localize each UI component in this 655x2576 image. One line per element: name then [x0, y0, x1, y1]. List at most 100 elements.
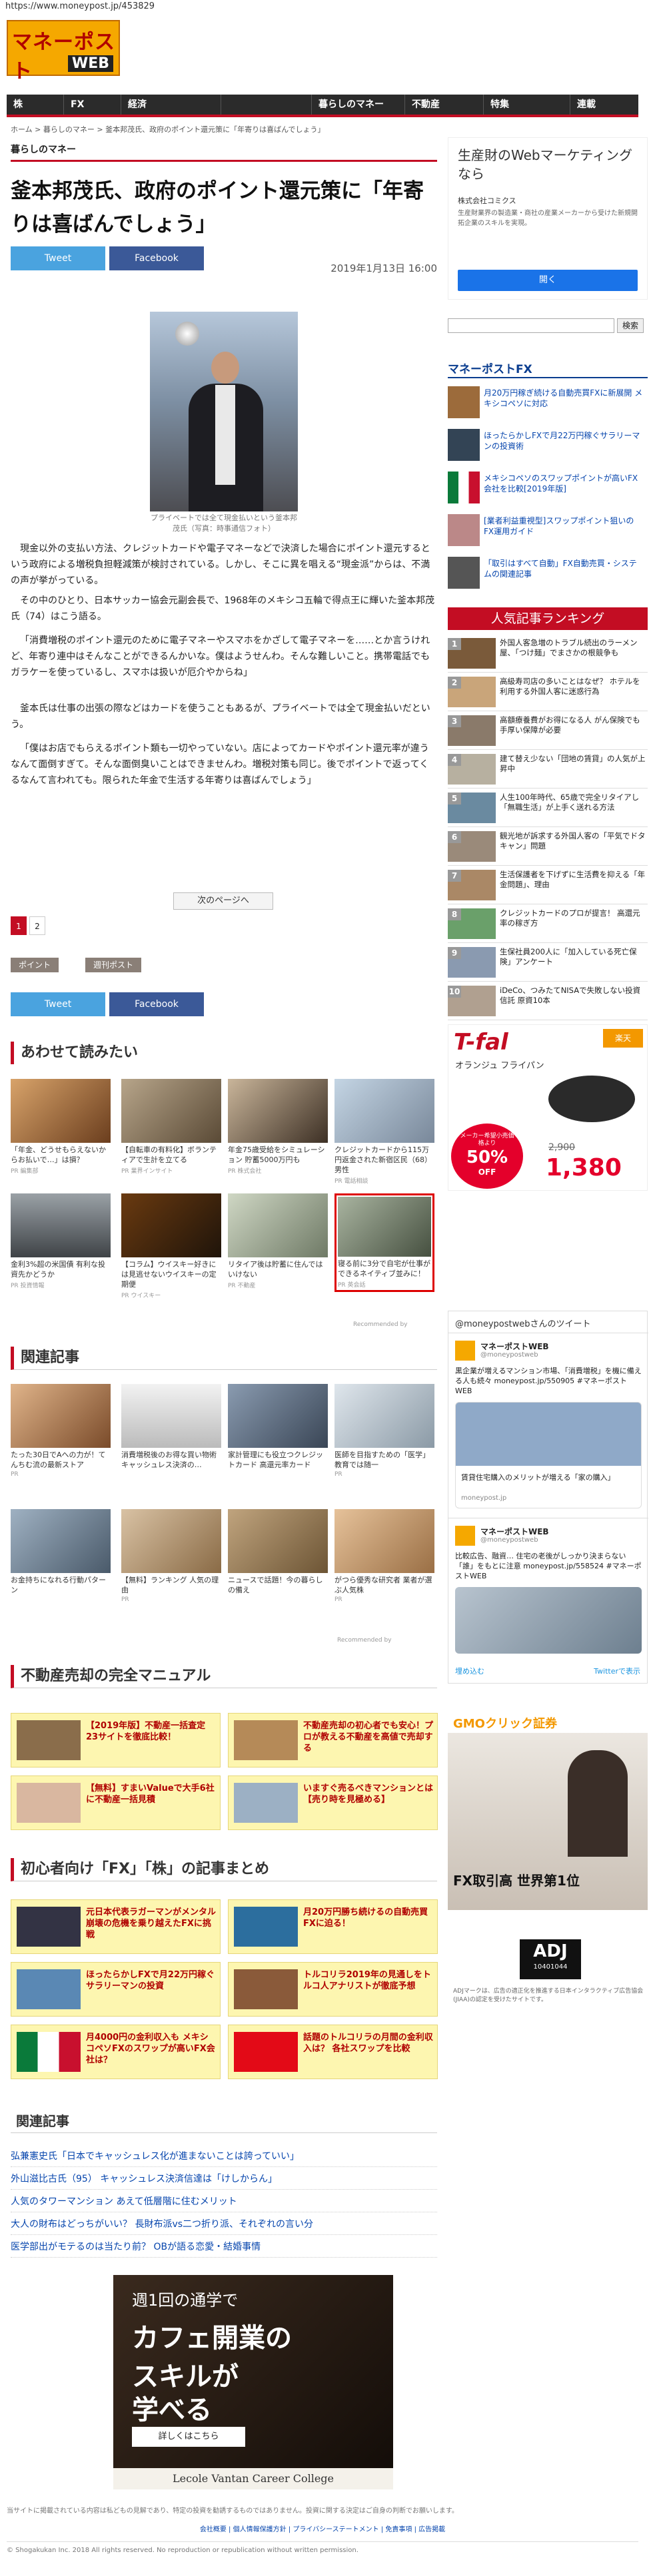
ranking-item[interactable]: 6 観光地が訴求する外国人客の「平気でドタキャン」問題 [448, 828, 648, 866]
original-price: 2,900 [548, 1142, 576, 1153]
beginner-link[interactable]: 話題のトルコリラの月間の金利収入は？ 各社スワップを比較 [228, 2025, 438, 2079]
manual-link[interactable]: 不動産売却の初心者でも安心！プロが教える不動産を高値で売却する [228, 1713, 438, 1768]
fx-item[interactable]: 「取引はすべて自動」FX自動売買・システムの関連記事 [448, 554, 648, 593]
read-card[interactable]: 【コラム】ウイスキー好きには見逃せないウイスキーの定期便 PR ウイスキー [121, 1193, 221, 1299]
breadcrumb[interactable]: ホーム > 暮らしのマネー > 釜本邦茂氏、政府のポイント還元策に「年寄りは喜ば… [11, 124, 325, 135]
fx-item[interactable]: 月20万円稼ぎ続ける自動売買FXに新展開 メキシコペソに対応 [448, 384, 648, 422]
embed-link[interactable]: 埋め込む [455, 1666, 484, 1676]
read-card[interactable]: 寝る前に3分で自宅が仕事ができるネイティブ並みに！ PR 英会話 [334, 1193, 434, 1292]
side-ad-open-button[interactable]: 開く [458, 270, 638, 291]
search-input[interactable] [448, 318, 614, 333]
shop-badge: 楽天 [603, 1029, 643, 1048]
beginner-link[interactable]: トルコリラ2019年の見通しをトルコ人アナリストが徹底予想 [228, 1962, 438, 2017]
fx-item[interactable]: ほったらかしFXで月22万円稼ぐサラリーマンの投資術 [448, 426, 648, 465]
rel-card[interactable]: 家計管理にも役立つクレジットカード 高還元率カード [228, 1384, 328, 1471]
rel-card[interactable]: ニュースで話題！今の暮らしの備え [228, 1509, 328, 1596]
url-bar[interactable]: https://www.moneypost.jp/453829 [5, 1, 155, 11]
related-link[interactable]: 大人の財布はどっちがいい？ 長財布派vs二つ折り派、それぞれの言い分 [11, 2214, 437, 2235]
beginner-link[interactable]: ほったらかしFXで月22万円稼ぐサラリーマンの投資 [11, 1962, 221, 2017]
manual-link[interactable]: 【2019年版】不動産一括査定23サイトを徹底比較！ [11, 1713, 221, 1768]
paragraph: 「僕はお店でもらえるポイント類も一切やっていない。店によってカードやポイント還元… [11, 743, 429, 786]
fx-thumb [448, 514, 480, 546]
gmo-ad[interactable]: GMOクリック証券 FX取引高 世界第1位 [448, 1710, 648, 1910]
search-button[interactable]: 検索 [617, 318, 644, 333]
read-card[interactable]: クレジットカードから115万円返金された新宿区民（68）男性 PR 電話相談 [334, 1079, 434, 1185]
rank-title: 高級寿司店の多いことはなぜ？ ホテルを利用する外国人客に迷惑行為 [500, 677, 640, 696]
footer-link[interactable]: 広告掲載 [418, 2526, 445, 2533]
ranking-item[interactable]: 7 生活保護者を下げずに生活費を抑える「年金問題」、理由 [448, 867, 648, 904]
site-logo[interactable]: マネーポスト WEB [7, 20, 120, 83]
beginner-link[interactable]: 元日本代表ラガーマンがメンタル崩壊の危機を乗り越えたFXに挑戦 [11, 1899, 221, 1954]
page-2[interactable]: 2 [29, 916, 45, 935]
read-card[interactable]: 【自転車の有料化】ボランティアで生計を立てる PR 業界インサイト [121, 1079, 221, 1175]
adj-mark[interactable]: ADJ 10401044 [520, 1939, 581, 1979]
related-link[interactable]: 人気のタワーマンション あえて低層階に住むメリット [11, 2191, 437, 2212]
tweet-card-domain: moneypost.jp [461, 1494, 507, 1502]
card-title: たった30日でAへの力が！てんちむ流の最新ストア [11, 1450, 106, 1469]
side-ad-box[interactable]: 生産財のWebマーケティングなら 株式会社コミクス 生産財業界の製造業・商社の産… [448, 137, 648, 300]
view-on-twitter-link[interactable]: Twitterで表示 [594, 1666, 640, 1676]
card-thumbnail [11, 1509, 111, 1573]
card-title: 家計管理にも役立つクレジットカード 高還元率カード [228, 1450, 323, 1469]
footer-link[interactable]: プライバシーステートメント [293, 2526, 378, 2533]
beginner-link[interactable]: 月4000円の金利収入も メキシコペソFXのスワップが高いFX会社は？ [11, 2025, 221, 2079]
nav-item-blank[interactable] [221, 95, 312, 115]
footer-link[interactable]: 免責事項 [385, 2526, 412, 2533]
ranking-item[interactable]: 3 高額療養費がお得になる人 がん保険でも手厚い保障が必要 [448, 713, 648, 750]
card-source: PR [11, 1471, 19, 1478]
beginner-link[interactable]: 月20万円勝ち続けるの自動売買FXに迫る！ [228, 1899, 438, 1954]
rel-card[interactable]: 医師を目指すための「医学」教育では随一 PR [334, 1384, 434, 1478]
related-link[interactable]: 医学部出がモテるのは当たり前？ OBが語る恋愛・結婚事情 [11, 2236, 437, 2258]
rel-card[interactable]: お金持ちになれる行動パターン [11, 1509, 111, 1596]
nav-item-economy[interactable]: 経済 [121, 95, 221, 115]
tweet-handle: @moneypostweb [480, 1351, 538, 1359]
rel-card[interactable]: がつら優秀な研究者 業者が選ぶ人気株 PR [334, 1509, 434, 1603]
related-link[interactable]: 弘兼憲史氏「日本でキャッシュレス化が進まないことは誇っていい」 [11, 2146, 437, 2167]
read-card[interactable]: 「年金、どうせもらえないからお払いで…」は損？ PR 編集部 [11, 1079, 111, 1175]
logo-text: マネーポスト [12, 31, 115, 83]
next-page-link[interactable]: 次のページへ [173, 892, 273, 910]
ranking-item[interactable]: 10 iDeCo、つみたてNISAで失敗しない投資信託 原資10本 [448, 983, 648, 1020]
read-card[interactable]: リタイア後は貯蓄に住んではいけない PR 不動産 [228, 1193, 328, 1289]
footer-link[interactable]: 会社概要 [200, 2526, 227, 2533]
page-1[interactable]: 1 [11, 916, 27, 935]
logo-web: WEB [67, 55, 113, 72]
nav-item-fx[interactable]: FX [64, 95, 121, 115]
rel-card[interactable]: 【無料】ランキング 人気の理由 PR [121, 1509, 221, 1603]
rel-card[interactable]: 消費増税後のお得な買い物術 キャッシュレス決済の… [121, 1384, 221, 1471]
manual-link[interactable]: いますぐ売るべきマンションとは【売り時を見極める】 [228, 1775, 438, 1830]
ranking-item[interactable]: 2 高級寿司店の多いことはなぜ？ ホテルを利用する外国人客に迷惑行為 [448, 674, 648, 711]
manual-link[interactable]: 【無料】すまいValueで大手6社に不動産一括見積 [11, 1775, 221, 1830]
cafe-ad[interactable]: 週1回の通学で カフェ開業の スキルが 学べる 詳しくはこちら Lecole V… [113, 2275, 393, 2489]
fx-item[interactable]: メキシコペソのスワップポイントが高いFX会社を比較[2019年版] [448, 469, 648, 507]
ranking-item[interactable]: 4 建て替え少ない「団地の賃貸」の人気が上昇中 [448, 751, 648, 789]
tweet-button-bottom[interactable]: Tweet [11, 992, 105, 1016]
facebook-button[interactable]: Facebook [109, 246, 204, 270]
tweet-card[interactable]: 賃貸住宅購入のメリットが増える「家の購入」 moneypost.jp [455, 1402, 642, 1508]
nav-item-serial[interactable]: 連載 [570, 95, 638, 115]
fx-header[interactable]: マネーポストFX [448, 360, 648, 378]
related-link[interactable]: 外山滋比古氏（95） キャッシュレス決済信達は「けしからん」 [11, 2168, 437, 2190]
nav-item-realestate[interactable]: 不動産 [405, 95, 484, 115]
tag-point[interactable]: ポイント [11, 958, 59, 972]
ranking-item[interactable]: 8 クレジットカードのプロが提言！ 高還元率の稼ぎ方 [448, 906, 648, 943]
nav-item-kabu[interactable]: 株 [7, 95, 64, 115]
fx-item[interactable]: [業者利益重視型]スワップポイント狙いのFX運用ガイド [448, 511, 648, 550]
tag-weekly-post[interactable]: 週刊ポスト [85, 958, 142, 972]
nav-item-life[interactable]: 暮らしのマネー [312, 95, 405, 115]
read-card[interactable]: 金利3%超の米国債 有利な投資先かどうか PR 投資情報 [11, 1193, 111, 1289]
ranking-item[interactable]: 5 人生100年時代、65歳で完全リタイアし「無職生活」が上手く送れる方法 [448, 790, 648, 827]
tweet-button[interactable]: Tweet [11, 246, 105, 270]
tfal-ad[interactable]: T-fal オランジュ フライパン 楽天 メーカー希望小売価格より 50% OF… [448, 1024, 648, 1191]
ad-cta-button[interactable]: 詳しくはこちら [132, 2427, 245, 2447]
tweet-image[interactable] [455, 1587, 642, 1654]
rel-card[interactable]: たった30日でAへの力が！てんちむ流の最新ストア PR [11, 1384, 111, 1478]
card-thumbnail [11, 1384, 111, 1448]
facebook-button-bottom[interactable]: Facebook [109, 992, 204, 1016]
nav-item-feature[interactable]: 特集 [484, 95, 570, 115]
ranking-item[interactable]: 1 外国人客急増のトラブル続出のラーメン屋、「つけ麺」でまさかの根競争も [448, 635, 648, 673]
footer-link[interactable]: 個人情報保護方針 [233, 2526, 287, 2533]
ranking-item[interactable]: 9 生保社員200人に「加入している死亡保険」アンケート [448, 944, 648, 982]
read-card[interactable]: 年金75歳受給をシミュレーション 貯蓄5000万円も PR 株式会社 [228, 1079, 328, 1175]
twitter-widget[interactable]: @moneypostwebさんのツイート マネーポストWEB @moneypos… [448, 1311, 648, 1684]
